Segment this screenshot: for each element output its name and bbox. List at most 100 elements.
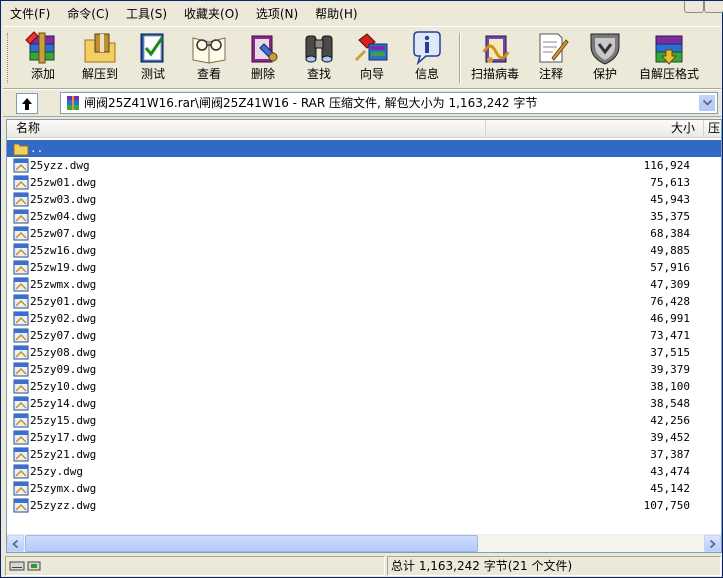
file-row[interactable]: 25yzz.dwg 116,924 <box>7 157 721 174</box>
dwg-file-icon <box>13 362 29 377</box>
scrollbar-thumb[interactable] <box>25 535 478 552</box>
restore-button[interactable] <box>684 1 704 13</box>
dwg-file-icon <box>13 294 29 309</box>
dwg-file-icon <box>13 345 29 360</box>
file-name: 25zw07.dwg <box>30 227 97 240</box>
dwg-file-icon <box>13 243 29 258</box>
list-header: 名称 大小 压 <box>7 120 721 138</box>
menu-file[interactable]: 文件(F) <box>2 4 59 24</box>
wizard-button[interactable]: 向导 <box>349 29 395 86</box>
file-row[interactable]: 25zy02.dwg 46,991 <box>7 310 721 327</box>
binoculars-icon <box>299 29 339 67</box>
file-row[interactable]: 25zw19.dwg 57,916 <box>7 259 721 276</box>
file-row[interactable]: 25zy14.dwg 38,548 <box>7 395 721 412</box>
file-size: 37,515 <box>650 346 690 359</box>
file-row[interactable]: 25zy07.dwg 73,471 <box>7 327 721 344</box>
info-icon <box>407 29 447 67</box>
menu-help[interactable]: 帮助(H) <box>307 4 366 24</box>
file-row[interactable]: 25zy01.dwg 76,428 <box>7 293 721 310</box>
file-row[interactable]: 25zw16.dwg 49,885 <box>7 242 721 259</box>
find-button[interactable]: 查找 <box>297 29 341 86</box>
virus-scan-button[interactable]: 扫描病毒 <box>467 29 523 86</box>
file-row[interactable]: 25zy21.dwg 37,387 <box>7 446 721 463</box>
file-name: 25zy17.dwg <box>30 431 97 444</box>
file-size: 46,991 <box>650 312 690 325</box>
dwg-file-icon <box>13 396 29 411</box>
scroll-right-button[interactable] <box>704 535 721 552</box>
delete-button[interactable]: 删除 <box>243 29 283 86</box>
test-button[interactable]: 测试 <box>133 29 173 86</box>
file-size: 39,379 <box>650 363 690 376</box>
file-row[interactable]: 25zw04.dwg 35,375 <box>7 208 721 225</box>
address-dropdown-button[interactable] <box>698 94 716 112</box>
add-button[interactable]: 添加 <box>21 29 65 86</box>
column-header-packed[interactable]: 压 <box>704 120 721 137</box>
toolbar-grip[interactable] <box>7 33 11 83</box>
close-button[interactable] <box>704 1 723 13</box>
test-label: 测试 <box>140 67 165 81</box>
dwg-file-icon <box>13 226 29 241</box>
file-row[interactable]: 25zy08.dwg 37,515 <box>7 344 721 361</box>
address-field[interactable]: 闸阀25Z41W16.rar\闸阀25Z41W16 - RAR 压缩文件, 解包… <box>60 92 718 114</box>
comment-icon <box>531 29 571 67</box>
chevron-down-icon <box>702 100 712 106</box>
status-total: 总计 1,163,242 字节(21 个文件) <box>391 559 573 573</box>
file-row[interactable]: 25zyzz.dwg 107,750 <box>7 497 721 514</box>
file-size: 73,471 <box>650 329 690 342</box>
file-row[interactable]: 25zy15.dwg 42,256 <box>7 412 721 429</box>
file-row[interactable]: 25zy10.dwg 38,100 <box>7 378 721 395</box>
file-row[interactable]: 25zy09.dwg 39,379 <box>7 361 721 378</box>
file-name: 25zy07.dwg <box>30 329 97 342</box>
file-name: 25zy15.dwg <box>30 414 97 427</box>
file-row[interactable]: 25zy.dwg 43,474 <box>7 463 721 480</box>
comment-button[interactable]: 注释 <box>531 29 571 86</box>
file-name: 25zwmx.dwg <box>30 278 97 291</box>
file-size: 45,142 <box>650 482 690 495</box>
menu-favorites[interactable]: 收藏夹(O) <box>176 4 248 24</box>
view-button[interactable]: 查看 <box>187 29 231 86</box>
file-name: 25zy.dwg <box>30 465 83 478</box>
dwg-file-icon <box>13 447 29 462</box>
drive-icon <box>9 561 41 571</box>
sfx-archive-icon <box>649 29 689 67</box>
menu-command[interactable]: 命令(C) <box>59 4 118 24</box>
column-header-name[interactable]: 名称 <box>7 120 486 137</box>
file-name: 25zy02.dwg <box>30 312 97 325</box>
file-row[interactable]: 25zw03.dwg 45,943 <box>7 191 721 208</box>
file-size: 75,613 <box>650 176 690 189</box>
wizard-icon <box>352 29 392 67</box>
up-folder-button[interactable] <box>16 93 38 114</box>
info-button[interactable]: 信息 <box>407 29 447 86</box>
file-size: 38,100 <box>650 380 690 393</box>
sfx-button[interactable]: 自解压格式 <box>637 29 701 86</box>
menu-options[interactable]: 选项(N) <box>248 4 307 24</box>
file-row[interactable]: 25zwmx.dwg 47,309 <box>7 276 721 293</box>
dwg-file-icon <box>13 175 29 190</box>
rar-archive-icon <box>65 95 81 111</box>
menu-tools[interactable]: 工具(S) <box>118 4 176 24</box>
file-row[interactable]: 25zw01.dwg 75,613 <box>7 174 721 191</box>
file-name: 25zy08.dwg <box>30 346 97 359</box>
file-name: 25zw19.dwg <box>30 261 97 274</box>
extract-to-button[interactable]: 解压到 <box>77 29 123 86</box>
scroll-left-button[interactable] <box>7 535 24 552</box>
parent-folder-row[interactable]: .. <box>7 140 721 157</box>
horizontal-scrollbar[interactable] <box>7 534 721 552</box>
info-label: 信息 <box>414 67 439 81</box>
file-row[interactable]: 25zymx.dwg 45,142 <box>7 480 721 497</box>
file-name: 25zymx.dwg <box>30 482 97 495</box>
file-name: 25zy21.dwg <box>30 448 97 461</box>
file-row[interactable]: 25zy17.dwg 39,452 <box>7 429 721 446</box>
dwg-file-icon <box>13 192 29 207</box>
file-size: 68,384 <box>650 227 690 240</box>
column-packed-label: 压 <box>708 121 721 135</box>
file-size: 47,309 <box>650 278 690 291</box>
column-header-size[interactable]: 大小 <box>486 120 704 137</box>
file-name: 25zy10.dwg <box>30 380 97 393</box>
dwg-file-icon <box>13 158 29 173</box>
file-row[interactable]: 25zw07.dwg 68,384 <box>7 225 721 242</box>
protect-button[interactable]: 保护 <box>585 29 625 86</box>
file-name: .. <box>30 142 44 155</box>
file-size: 43,474 <box>650 465 690 478</box>
address-bar: 闸阀25Z41W16.rar\闸阀25Z41W16 - RAR 压缩文件, 解包… <box>3 89 721 117</box>
